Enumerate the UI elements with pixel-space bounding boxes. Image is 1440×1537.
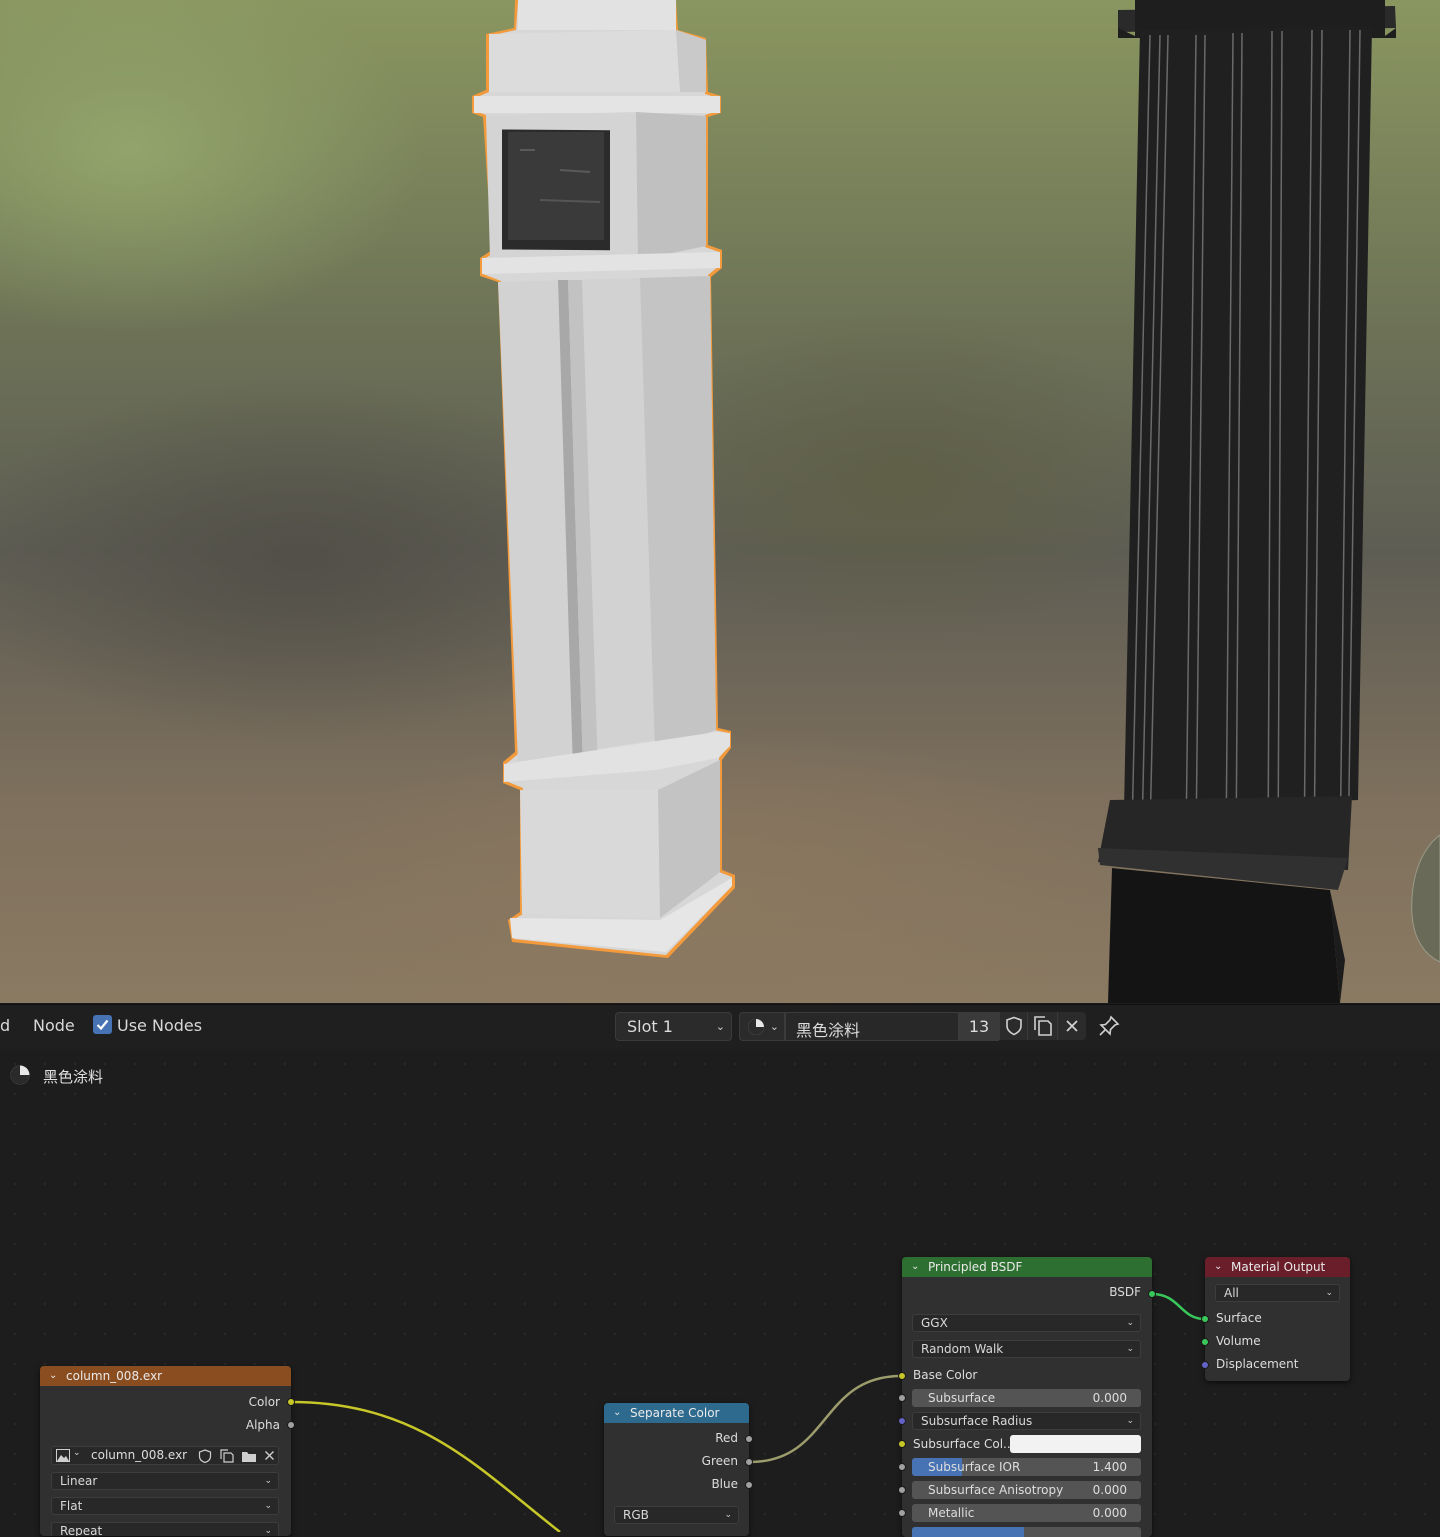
target-dropdown[interactable]: All ⌄	[1215, 1284, 1340, 1302]
chevron-down-icon: ⌄	[73, 1448, 81, 1458]
extension-dropdown[interactable]: Repeat ⌄	[51, 1522, 279, 1536]
metallic-value: 0.000	[1092, 1506, 1127, 1520]
input-subsurface-ior-socket[interactable]	[898, 1463, 906, 1471]
output-color-label: Color	[248, 1395, 280, 1409]
input-volume-socket[interactable]	[1201, 1338, 1209, 1346]
close-icon[interactable]	[264, 1450, 275, 1461]
extension-value: Repeat	[60, 1524, 103, 1536]
duplicate-icon[interactable]	[220, 1449, 234, 1463]
chevron-down-icon[interactable]: ⌄	[911, 1257, 919, 1277]
link-color-to-separate	[290, 1400, 561, 1532]
subsurface-ior-value: 1.400	[1092, 1460, 1127, 1474]
chevron-down-icon: ⌄	[264, 1476, 272, 1486]
image-selector[interactable]: ⌄ column_008.exr	[51, 1446, 279, 1465]
interpolation-value: Linear	[60, 1474, 98, 1488]
image-texture-header[interactable]: ⌄ column_008.exr	[40, 1366, 291, 1386]
projection-value: Flat	[60, 1499, 83, 1513]
output-green-socket[interactable]	[745, 1458, 753, 1466]
chevron-down-icon[interactable]: ⌄	[1214, 1257, 1222, 1277]
distribution-value: GGX	[921, 1316, 948, 1330]
next-input-field[interactable]	[912, 1527, 1141, 1537]
subsurface-color-swatch[interactable]	[1010, 1435, 1141, 1453]
next-input-fill	[912, 1527, 1024, 1537]
output-blue-label: Blue	[711, 1477, 738, 1491]
color-mode-value: RGB	[623, 1508, 649, 1522]
separate-color-node[interactable]: ⌄ Separate Color Red Green Blue RGB ⌄	[604, 1403, 749, 1536]
input-subsurface-color-socket[interactable]	[898, 1440, 906, 1448]
chevron-down-icon: ⌄	[1126, 1318, 1134, 1328]
chevron-down-icon: ⌄	[264, 1526, 272, 1536]
subsurface-anisotropy-value: 0.000	[1092, 1483, 1127, 1497]
subsurface-field[interactable]: Subsurface 0.000	[912, 1389, 1141, 1407]
image-texture-node[interactable]: ⌄ column_008.exr Color Alpha ⌄ column_00…	[40, 1366, 291, 1536]
subsurface-radius-dropdown[interactable]: Subsurface Radius ⌄	[912, 1412, 1141, 1430]
input-displacement-label: Displacement	[1216, 1357, 1299, 1371]
output-green-label: Green	[701, 1454, 738, 1468]
image-icon	[56, 1449, 70, 1462]
input-surface-label: Surface	[1216, 1311, 1262, 1325]
principled-bsdf-header[interactable]: ⌄ Principled BSDF	[902, 1257, 1152, 1277]
output-blue-socket[interactable]	[745, 1481, 753, 1489]
output-red-socket[interactable]	[745, 1435, 753, 1443]
subsurface-ior-field[interactable]: Subsurface IOR 1.400	[912, 1458, 1141, 1476]
subsurface-method-value: Random Walk	[921, 1342, 1004, 1356]
node-title: column_008.exr	[66, 1369, 163, 1383]
projection-dropdown[interactable]: Flat ⌄	[51, 1497, 279, 1515]
input-subsurface-socket[interactable]	[898, 1394, 906, 1402]
subsurface-ior-label: Subsurface IOR	[928, 1460, 1021, 1474]
output-alpha-socket[interactable]	[287, 1421, 295, 1429]
input-subsurface-anisotropy-socket[interactable]	[898, 1486, 906, 1494]
node-title: Separate Color	[630, 1406, 720, 1420]
image-name: column_008.exr	[91, 1448, 188, 1462]
link-bsdf-to-surface	[1151, 1292, 1206, 1321]
input-base-color-label: Base Color	[913, 1368, 978, 1382]
material-output-node[interactable]: ⌄ Material Output All ⌄ Surface Volume D…	[1205, 1257, 1350, 1381]
folder-icon[interactable]	[241, 1449, 257, 1463]
node-title: Principled BSDF	[928, 1260, 1023, 1274]
node-title: Material Output	[1231, 1260, 1326, 1274]
separate-color-header[interactable]: ⌄ Separate Color	[604, 1403, 749, 1423]
interpolation-dropdown[interactable]: Linear ⌄	[51, 1472, 279, 1490]
output-bsdf-label: BSDF	[1109, 1285, 1141, 1299]
target-value: All	[1224, 1286, 1239, 1300]
chevron-down-icon[interactable]: ⌄	[613, 1403, 621, 1423]
subsurface-method-dropdown[interactable]: Random Walk ⌄	[912, 1340, 1141, 1358]
principled-bsdf-node[interactable]: ⌄ Principled BSDF BSDF GGX ⌄ Random Walk…	[902, 1257, 1152, 1537]
material-output-header[interactable]: ⌄ Material Output	[1205, 1257, 1350, 1277]
output-color-socket[interactable]	[287, 1398, 295, 1406]
chevron-down-icon[interactable]: ⌄	[49, 1366, 57, 1386]
chevron-down-icon: ⌄	[264, 1501, 272, 1511]
subsurface-anisotropy-label: Subsurface Anisotropy	[928, 1483, 1064, 1497]
subsurface-value: 0.000	[1092, 1391, 1127, 1405]
input-subsurface-color-label: Subsurface Col...	[913, 1437, 1015, 1451]
metallic-field[interactable]: Metallic 0.000	[912, 1504, 1141, 1522]
input-displacement-socket[interactable]	[1201, 1361, 1209, 1369]
subsurface-label: Subsurface	[928, 1391, 996, 1405]
output-alpha-label: Alpha	[245, 1418, 280, 1432]
color-mode-dropdown[interactable]: RGB ⌄	[614, 1506, 739, 1524]
input-subsurface-radius-socket[interactable]	[898, 1417, 906, 1425]
input-metallic-socket[interactable]	[898, 1509, 906, 1517]
subsurface-anisotropy-field[interactable]: Subsurface Anisotropy 0.000	[912, 1481, 1141, 1499]
distribution-dropdown[interactable]: GGX ⌄	[912, 1314, 1141, 1332]
output-bsdf-socket[interactable]	[1148, 1290, 1156, 1298]
chevron-down-icon: ⌄	[724, 1510, 732, 1520]
subsurface-radius-label: Subsurface Radius	[921, 1414, 1033, 1428]
chevron-down-icon: ⌄	[1325, 1288, 1333, 1298]
link-green-to-basecolor	[749, 1374, 902, 1464]
chevron-down-icon: ⌄	[1126, 1416, 1134, 1426]
input-surface-socket[interactable]	[1201, 1315, 1209, 1323]
input-volume-label: Volume	[1216, 1334, 1261, 1348]
metallic-label: Metallic	[928, 1506, 975, 1520]
output-red-label: Red	[715, 1431, 738, 1445]
chevron-down-icon: ⌄	[1126, 1344, 1134, 1354]
shield-icon[interactable]	[198, 1449, 212, 1463]
input-base-color-socket[interactable]	[898, 1372, 906, 1380]
